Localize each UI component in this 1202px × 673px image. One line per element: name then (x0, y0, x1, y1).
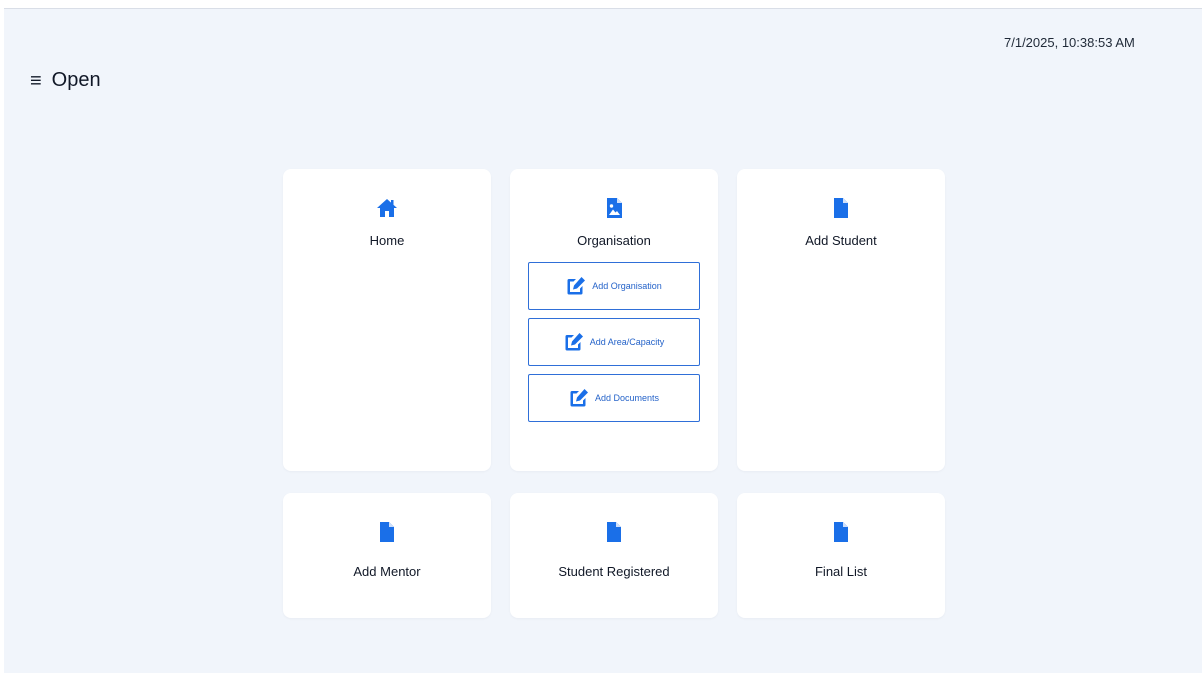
file-icon (380, 522, 394, 542)
add-mentor-card-label: Add Mentor (353, 564, 421, 579)
home-icon (377, 199, 397, 217)
add-organisation-button[interactable]: Add Organisation (528, 262, 700, 310)
organisation-card[interactable]: Organisation Add Organisation Add Area/C… (510, 169, 718, 471)
app-root: 7/1/2025, 10:38:53 AM ≡ Open Home Organi… (4, 8, 1202, 673)
file-icon (834, 522, 848, 542)
home-card-label: Home (369, 233, 405, 248)
menu-icon: ≡ (30, 69, 42, 92)
add-mentor-card[interactable]: Add Mentor (283, 493, 491, 618)
add-area-capacity-button[interactable]: Add Area/Capacity (528, 318, 700, 366)
student-registered-card-label: Student Registered (558, 564, 670, 579)
add-organisation-label: Add Organisation (592, 281, 662, 291)
open-menu-button[interactable]: ≡ Open (30, 69, 101, 92)
home-card[interactable]: Home (283, 169, 491, 471)
add-student-card[interactable]: Add Student (737, 169, 945, 471)
organisation-actions: Add Organisation Add Area/Capacity Add D… (510, 262, 718, 422)
add-area-capacity-label: Add Area/Capacity (589, 337, 665, 347)
organisation-card-label: Organisation (577, 233, 651, 248)
student-registered-card[interactable]: Student Registered (510, 493, 718, 618)
file-icon (607, 522, 621, 542)
add-documents-label: Add Documents (594, 393, 660, 403)
add-student-card-label: Add Student (805, 233, 877, 248)
add-documents-button[interactable]: Add Documents (528, 374, 700, 422)
image-file-icon (607, 198, 622, 218)
final-list-card-label: Final List (814, 564, 868, 579)
edit-icon (565, 333, 583, 351)
final-list-card[interactable]: Final List (737, 493, 945, 618)
file-icon (834, 198, 848, 218)
datetime-display: 7/1/2025, 10:38:53 AM (1004, 35, 1135, 50)
edit-icon (570, 389, 588, 407)
edit-icon (567, 277, 586, 295)
open-menu-label: Open (51, 69, 101, 91)
